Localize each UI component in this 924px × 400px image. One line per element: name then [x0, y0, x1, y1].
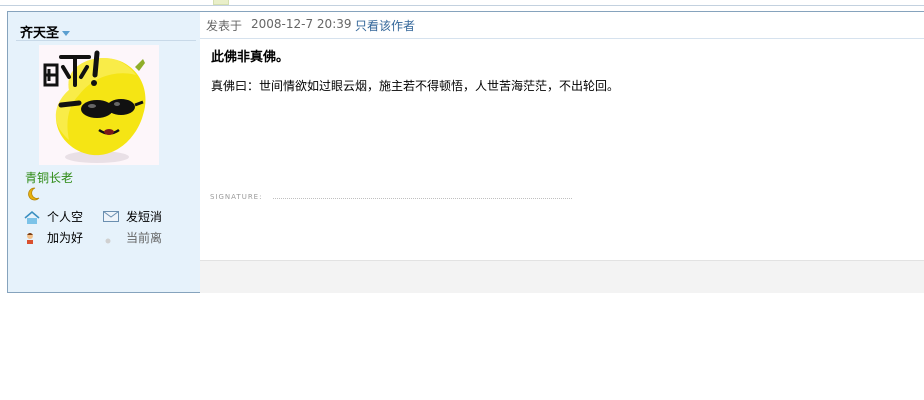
signature-line	[273, 198, 572, 199]
space-link-label: 个人空	[47, 210, 84, 224]
post-subject: 此佛非真佛。	[211, 50, 290, 65]
signature-divider: SIGNATURE:	[210, 193, 572, 201]
send-message-label: 发短消	[126, 210, 163, 224]
online-status: 当前离	[103, 229, 162, 246]
envelope-icon	[103, 210, 119, 224]
home-icon	[24, 210, 40, 224]
add-friend-icon	[24, 231, 40, 245]
offline-status-icon	[103, 231, 119, 245]
add-friend-label: 加为好	[47, 231, 84, 245]
signature-label: SIGNATURE:	[210, 193, 263, 201]
author-name: 齐天圣	[20, 26, 60, 41]
top-divider	[0, 0, 924, 6]
forum-post: 齐天圣 青铜长老 个人空 发短消 加为好 当前离 发表于 2008-12-7 2…	[7, 11, 924, 293]
sidebar-divider	[16, 40, 196, 41]
post-date: 2008-12-7 20:39	[251, 17, 352, 31]
online-status-label: 当前离	[126, 231, 163, 245]
lemon-avatar-image	[39, 45, 159, 165]
user-rank: 青铜长老	[25, 171, 74, 185]
post-content: 真佛曰：世间情欲如过眼云烟，施主若不得顿悟，人世苦海茫茫，不出轮回。	[211, 79, 620, 93]
chevron-down-icon[interactable]	[62, 31, 71, 36]
author-sidebar: 齐天圣 青铜长老 个人空 发短消 加为好 当前离	[8, 12, 200, 292]
add-friend-link[interactable]: 加为好	[24, 229, 83, 246]
post-main: 发表于 2008-12-7 20:39 只看该作者 此佛非真佛。 真佛曰：世间情…	[200, 12, 924, 293]
author-name-link[interactable]: 齐天圣	[20, 22, 71, 41]
only-author-link[interactable]: 只看该作者	[355, 17, 415, 34]
space-link[interactable]: 个人空	[24, 208, 83, 225]
posted-label: 发表于	[206, 19, 243, 33]
post-info-bar: 发表于 2008-12-7 20:39 只看该作者	[200, 12, 924, 39]
avatar[interactable]	[39, 45, 159, 165]
send-message-link[interactable]: 发短消	[103, 208, 162, 225]
post-footer-bar	[200, 260, 924, 293]
top-tab-marker	[213, 0, 229, 5]
moon-icon	[25, 186, 41, 205]
